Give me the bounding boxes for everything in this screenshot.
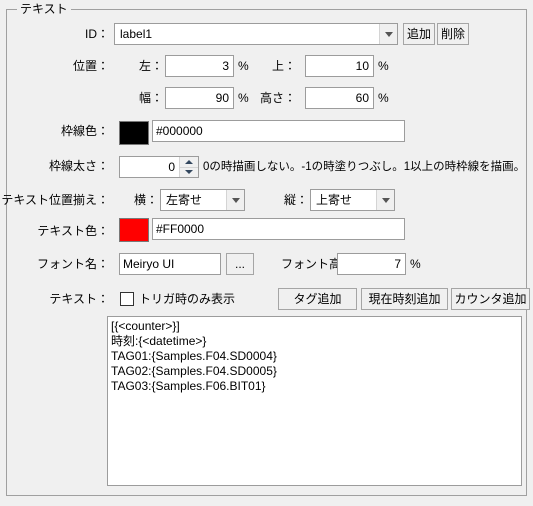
border-color-label: 枠線色： xyxy=(60,124,109,138)
chevron-down-icon xyxy=(381,197,390,203)
text-align-vertical-combobox[interactable]: 上寄せ xyxy=(310,189,395,211)
chevron-down-icon xyxy=(231,197,240,203)
position-top-label: 上： xyxy=(271,59,296,73)
chevron-down-icon xyxy=(384,31,393,37)
triangle-up-icon xyxy=(185,159,193,164)
add-datetime-button[interactable]: 現在時刻追加 xyxy=(361,288,448,310)
text-align-horizontal-label: 横： xyxy=(133,193,158,207)
spinner-down-button[interactable] xyxy=(180,167,198,177)
triangle-down-icon xyxy=(185,170,193,175)
position-label: 位置： xyxy=(72,59,109,73)
id-label: ID： xyxy=(84,27,109,41)
border-color-swatch[interactable] xyxy=(119,121,149,145)
groupbox-title: テキスト xyxy=(17,2,71,16)
text-color-swatch[interactable] xyxy=(119,218,149,242)
border-width-hint: 0の時描画しない。-1の時塗りつぶし。1以上の時枠線を描画。 xyxy=(203,161,526,173)
font-height-input[interactable]: 7 xyxy=(337,253,406,275)
text-align-horizontal-value: 左寄せ xyxy=(166,193,203,207)
text-color-label: テキスト色： xyxy=(37,224,109,238)
id-combobox-value: label1 xyxy=(120,27,153,41)
position-height-input[interactable]: 60 xyxy=(305,87,374,109)
text-content-textarea[interactable]: [{<counter>}] 時刻:{<datetime>} TAG01:{Sam… xyxy=(107,316,522,486)
add-counter-button[interactable]: カウンタ追加 xyxy=(451,288,530,310)
add-id-button[interactable]: 追加 xyxy=(403,23,435,45)
id-combobox[interactable]: label1 xyxy=(114,23,398,45)
position-left-label: 左： xyxy=(138,59,163,73)
font-name-input[interactable]: Meiryo UI xyxy=(119,253,221,275)
trigger-only-checkbox[interactable] xyxy=(120,292,134,306)
font-browse-button[interactable]: ... xyxy=(226,253,254,275)
border-width-label: 枠線太さ： xyxy=(48,159,109,173)
text-align-horizontal-dropdown-button[interactable] xyxy=(226,190,244,210)
position-width-input[interactable]: 90 xyxy=(165,87,234,109)
font-name-label: フォント名： xyxy=(36,257,109,271)
position-height-unit: % xyxy=(378,91,389,105)
border-width-spinner[interactable]: 0 xyxy=(119,156,199,178)
add-tag-button[interactable]: タグ追加 xyxy=(278,288,357,310)
font-height-unit: % xyxy=(410,257,421,271)
position-top-unit: % xyxy=(378,59,389,73)
text-align-vertical-label: 縦： xyxy=(283,193,308,207)
id-combobox-dropdown-button[interactable] xyxy=(379,24,397,44)
border-width-value: 0 xyxy=(168,160,175,174)
trigger-only-checkbox-label: トリガ時のみ表示 xyxy=(139,292,236,306)
text-align-label: テキスト位置揃え： xyxy=(1,193,109,207)
border-color-input[interactable]: #000000 xyxy=(152,120,405,142)
text-content-label: テキスト： xyxy=(49,292,109,306)
position-width-label: 幅： xyxy=(138,91,163,105)
text-align-vertical-value: 上寄せ xyxy=(316,193,353,207)
spinner-up-button[interactable] xyxy=(180,157,198,168)
text-color-input[interactable]: #FF0000 xyxy=(152,218,405,240)
text-align-horizontal-combobox[interactable]: 左寄せ xyxy=(160,189,245,211)
position-left-input[interactable]: 3 xyxy=(165,55,234,77)
delete-id-button[interactable]: 削除 xyxy=(437,23,469,45)
position-top-input[interactable]: 10 xyxy=(305,55,374,77)
border-width-spin-buttons[interactable] xyxy=(179,157,198,177)
text-align-vertical-dropdown-button[interactable] xyxy=(376,190,394,210)
position-height-label: 高さ： xyxy=(259,91,296,105)
text-settings-groupbox: テキスト ID： label1 追加 削除 位置： 左： 3 % 上： 10 %… xyxy=(1,2,530,496)
